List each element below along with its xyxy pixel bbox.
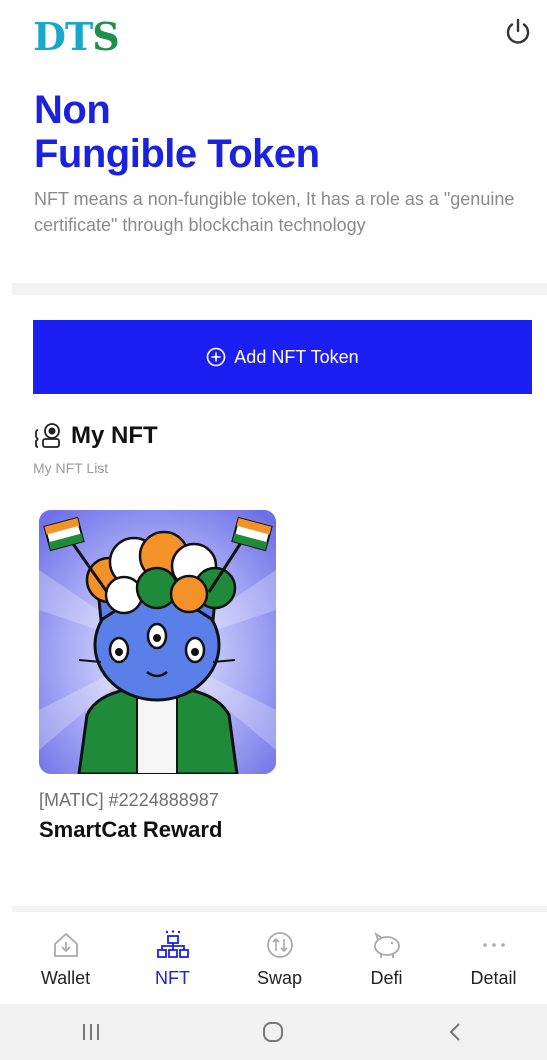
tab-wallet-label: Wallet [40,968,91,988]
power-icon [506,18,530,44]
nft-collection-icon [35,423,60,448]
back-button[interactable] [426,1012,486,1052]
smartcat-nft-image [39,510,276,774]
bottom-tab-bar: Wallet NFT Swap Defi Detail [12,906,547,1004]
dts-logo: DTS [33,18,120,56]
section-title: My NFT [71,422,158,449]
back-chevron-icon [449,1023,460,1041]
tab-detail-label: Detail [470,968,517,988]
section-divider [12,283,547,295]
logo-text-s: S [92,14,119,59]
add-nft-token-label: Add NFT Token [234,346,359,367]
my-nft-header: My NFT [33,420,158,452]
home-circle-icon [263,1022,284,1042]
app-header: DTS [0,0,547,80]
nft-name: SmartCat Reward [39,817,223,842]
plus-circle-icon [206,347,226,367]
tab-nft[interactable]: NFT [119,912,226,1004]
tab-defi-label: Defi [370,968,403,988]
piggy-bank-icon [373,931,400,958]
tab-swap[interactable]: Swap [226,912,333,1004]
tab-detail[interactable]: Detail [440,912,547,1004]
recent-apps-button[interactable] [61,1012,121,1052]
section-subtitle: My NFT List [33,460,109,476]
tab-wallet[interactable]: Wallet [12,912,119,1004]
page-title: Non Fungible Token [34,88,514,176]
page-title-line1: Non [34,88,111,132]
tab-nft-label: NFT [155,968,190,988]
power-button[interactable] [500,14,536,50]
tab-defi[interactable]: Defi [333,912,440,1004]
tab-swap-label: Swap [256,968,303,988]
home-button[interactable] [243,1012,303,1052]
recent-apps-icon [83,1024,100,1040]
page-title-line2: Fungible Token [34,132,320,176]
page-description: NFT means a non-fungible token, It has a… [34,189,515,235]
logo-text-dt: DT [33,14,93,59]
system-navigation-bar [0,1004,547,1060]
wallet-home-icon [53,932,78,957]
more-dots-icon [482,943,505,947]
nft-card[interactable]: [MATIC] #2224888987 SmartCat Reward [39,510,279,843]
nft-network-icon [156,930,189,958]
add-nft-token-button[interactable]: Add NFT Token [33,320,532,394]
nft-meta: [MATIC] #2224888987 [39,790,219,810]
swap-icon [266,932,293,958]
